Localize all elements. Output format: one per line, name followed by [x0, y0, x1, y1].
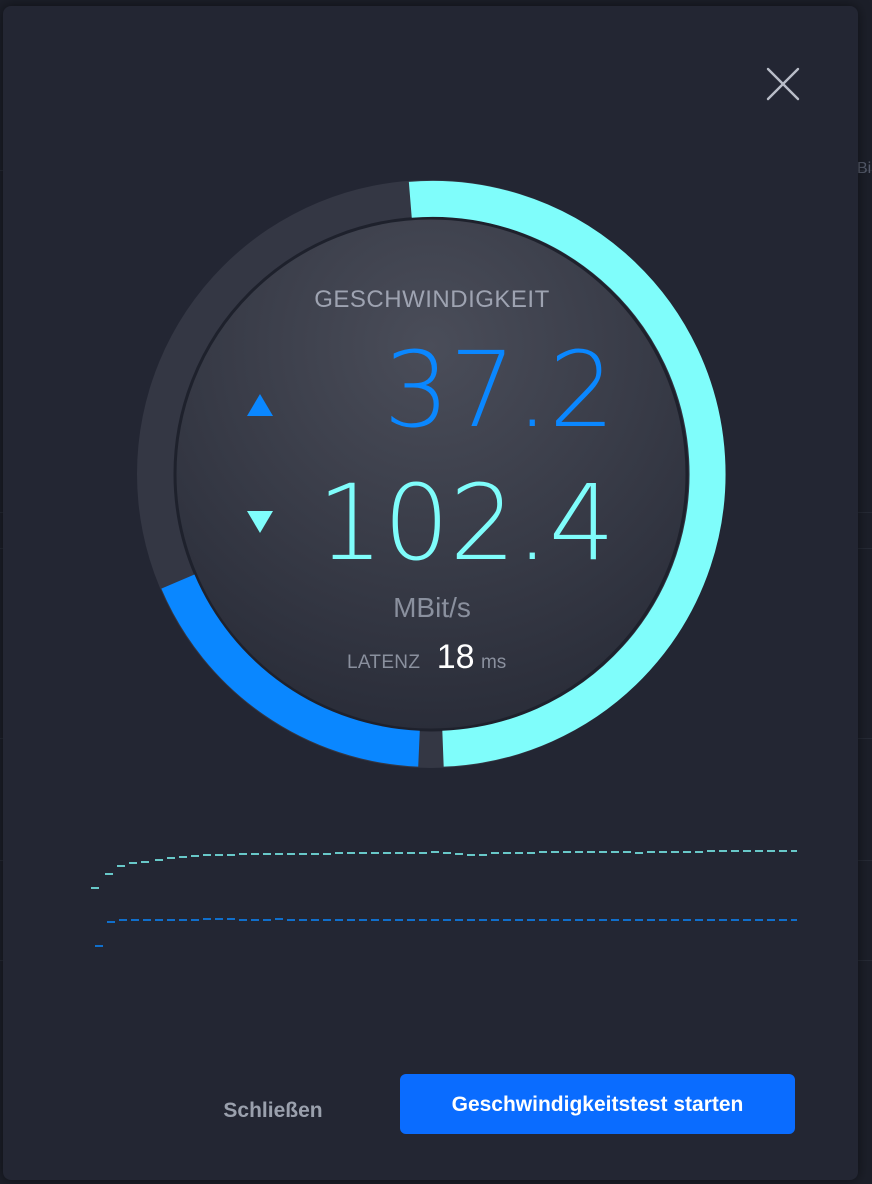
latency-readout: LATENZ 18 ms	[347, 638, 607, 677]
speed-test-dialog: GESCHWINDIGKEIT 37.2 102.4 MBit/s LATENZ…	[3, 6, 858, 1180]
latency-label: LATENZ	[347, 652, 421, 673]
speed-gauge	[137, 180, 726, 768]
speed-unit: MBit/s	[393, 592, 471, 623]
latency-unit: ms	[480, 652, 507, 673]
upload-speed-value: 37.2	[383, 329, 615, 451]
speed-history-graph	[91, 850, 797, 947]
background-edge-text: Bi	[857, 160, 872, 177]
download-history-line	[91, 850, 797, 889]
start-speed-test-button[interactable]: Geschwindigkeitstest starten	[400, 1074, 795, 1134]
gauge-title: GESCHWINDIGKEIT	[314, 286, 550, 313]
close-dialog-button[interactable]: Schließen	[203, 1090, 343, 1130]
latency-value: 18	[436, 638, 475, 676]
upload-history-line	[95, 918, 797, 947]
download-speed-value: 102.4	[317, 462, 615, 584]
triangle-up-icon	[247, 394, 273, 416]
triangle-down-icon	[247, 511, 273, 533]
